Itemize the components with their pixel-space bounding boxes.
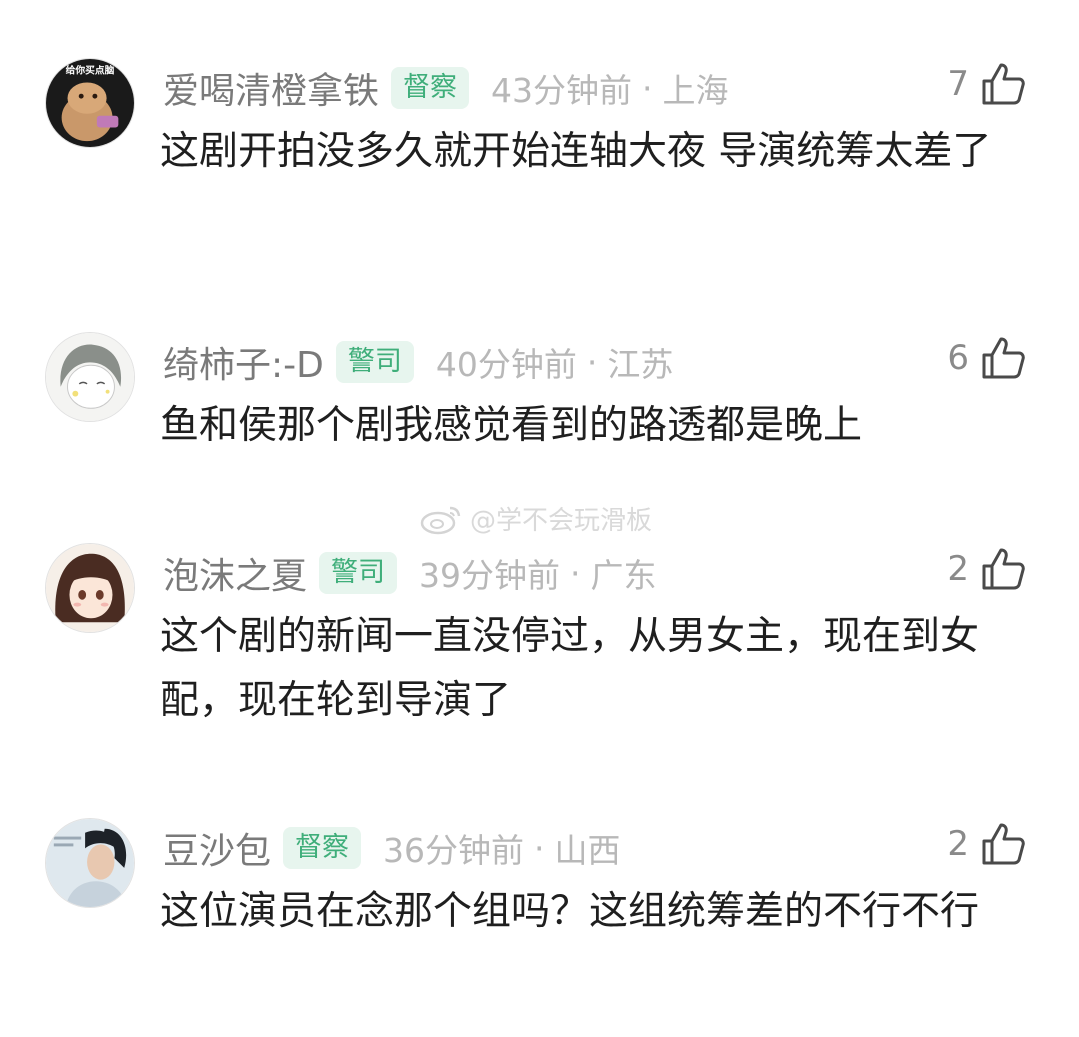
meta-separator: · bbox=[570, 553, 581, 593]
avatar-image bbox=[46, 333, 134, 421]
comment-location: 广东 bbox=[590, 556, 657, 595]
meta-separator: · bbox=[586, 342, 598, 382]
avatar-image bbox=[46, 819, 134, 907]
like-button[interactable]: 2 bbox=[947, 820, 1027, 868]
comment-meta: 绮柿子:-D 警司 40分钟前 · 江苏 bbox=[163, 336, 673, 388]
comment-location: 江苏 bbox=[607, 345, 674, 384]
user-avatar[interactable] bbox=[45, 543, 135, 633]
thumbs-up-icon bbox=[982, 548, 1025, 590]
username[interactable]: 绮柿子:-D bbox=[163, 336, 324, 388]
meta-separator: · bbox=[534, 828, 545, 868]
role-badge: 督察 bbox=[283, 826, 362, 870]
role-badge: 警司 bbox=[335, 340, 414, 384]
thumbs-up-icon bbox=[982, 63, 1025, 105]
comment-time: 40分钟前 bbox=[435, 345, 577, 384]
meta-separator: · bbox=[642, 68, 653, 108]
role-badge: 警司 bbox=[319, 551, 398, 595]
thumbs-up-icon bbox=[982, 337, 1025, 379]
user-avatar[interactable] bbox=[45, 818, 135, 908]
comment-text: 鱼和侯那个剧我感觉看到的路透都是晚上 bbox=[160, 403, 863, 448]
like-count: 2 bbox=[947, 549, 969, 589]
role-badge: 督察 bbox=[391, 66, 470, 110]
like-count: 7 bbox=[947, 64, 969, 104]
comment-text: 这个剧的新闻一直没停过，从男女主，现在到女配，现在轮到导演了 bbox=[160, 614, 980, 723]
user-avatar[interactable] bbox=[45, 332, 135, 422]
like-button[interactable]: 6 bbox=[947, 334, 1027, 382]
comment-meta: 泡沫之夏 警司 39分钟前 · 广东 bbox=[163, 547, 657, 599]
username[interactable]: 豆沙包 bbox=[163, 822, 271, 874]
comment-location: 上海 bbox=[662, 71, 729, 110]
username[interactable]: 泡沫之夏 bbox=[163, 547, 307, 599]
user-avatar[interactable]: 给你买点脑 bbox=[45, 58, 135, 148]
comment-text: 这剧开拍没多久就开始连轴大夜 导演统筹太差了 bbox=[160, 129, 992, 174]
comment-time: 36分钟前 bbox=[383, 831, 525, 870]
like-button[interactable]: 2 bbox=[947, 545, 1027, 593]
like-count: 2 bbox=[947, 824, 969, 864]
avatar-caption: 给你买点脑 bbox=[66, 64, 115, 77]
comment-meta: 豆沙包 督察 36分钟前 · 山西 bbox=[163, 822, 621, 874]
comment-time: 39分钟前 bbox=[419, 556, 561, 595]
avatar-image bbox=[46, 544, 134, 632]
comment-text: 这位演员在念那个组吗？这组统筹差的不行不行 bbox=[160, 889, 980, 934]
thumbs-up-icon bbox=[982, 823, 1025, 865]
username[interactable]: 爱喝清橙拿铁 bbox=[163, 62, 379, 114]
watermark: @学不会玩滑板 bbox=[420, 500, 652, 537]
weibo-icon bbox=[420, 506, 461, 534]
comment-meta: 爱喝清橙拿铁 督察 43分钟前 · 上海 bbox=[163, 62, 729, 114]
avatar-image: 给你买点脑 bbox=[46, 59, 134, 147]
comment-location: 山西 bbox=[554, 831, 621, 870]
like-button[interactable]: 7 bbox=[947, 60, 1027, 108]
like-count: 6 bbox=[947, 338, 969, 378]
comment-time: 43分钟前 bbox=[491, 71, 633, 110]
watermark-text: @学不会玩滑板 bbox=[470, 506, 653, 536]
